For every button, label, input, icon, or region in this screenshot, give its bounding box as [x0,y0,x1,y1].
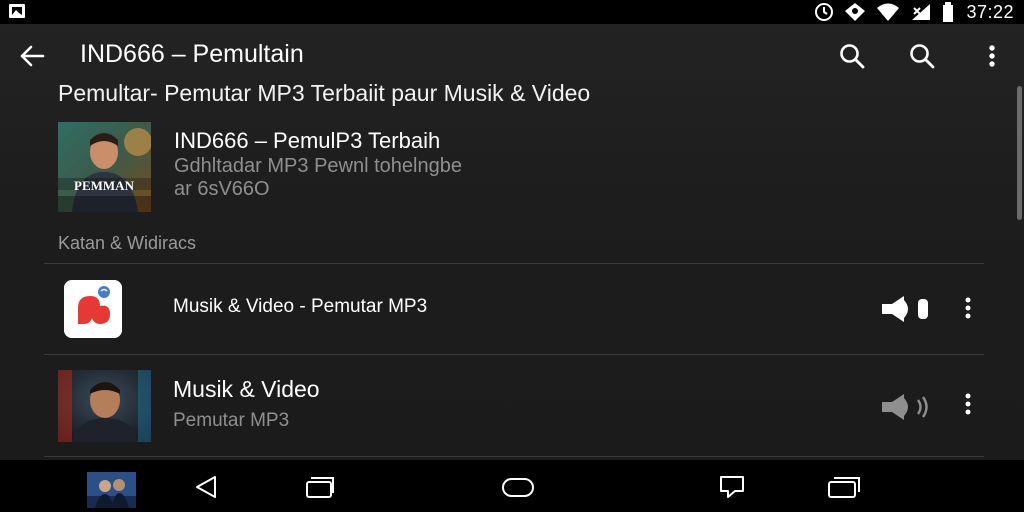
home-icon[interactable] [496,470,540,504]
featured-title: IND666 – PemulP3 Terbaih [174,128,441,153]
list-item-subtitle: Pemutar MP3 [173,410,290,431]
divider [44,354,984,355]
signal-icon [910,2,932,22]
back-arrow-icon[interactable] [14,38,50,74]
section-header: Katan & Widiracs [58,233,197,253]
list-item[interactable]: Musik & Video - Pemutar MP3 [44,264,984,354]
more-vert-icon[interactable] [954,290,982,326]
list-item-title: Musik & Video - Pemutar MP3 [173,296,428,317]
wifi-icon [876,2,900,22]
main-screen: IND666 – Pemultain Pemultar- Pemutar MP3… [0,24,1024,460]
page-subtitle: Pemultar- Pemutar MP3 Terbaiit paur Musi… [58,80,591,106]
list-item-title: Musik & Video [173,376,320,402]
speaker-icon[interactable] [880,390,932,424]
featured-item[interactable]: PEMMAN IND666 – PemulP3 Terbaih Gdhltada… [58,122,988,214]
gallery-icon [8,3,26,19]
recent-thumbnail[interactable] [87,472,136,508]
scrollbar[interactable] [1017,86,1022,446]
battery-icon [942,2,954,22]
app-bar-actions [834,38,1010,74]
play-icon[interactable] [880,292,932,326]
album-cover-text: PEMMAN [74,178,135,193]
navigation-bar [0,460,1024,512]
more-vert-icon[interactable] [974,38,1010,74]
album-cover-image: PEMMAN [58,122,151,212]
windows-icon[interactable] [822,470,866,504]
message-icon[interactable] [710,470,754,504]
status-time: 37:22 [966,1,1014,22]
divider [44,456,984,457]
app-logo-icon [64,280,122,338]
location-icon [844,2,866,22]
featured-description: Gdhltadar MP3 Pewnl tohelngbe [174,155,462,177]
status-bar: 37:22 [0,0,1024,24]
status-icons: 37:22 [814,0,1014,24]
recents-icon[interactable] [298,470,342,504]
list-item[interactable]: Musik & Video Pemutar MP3 [44,356,984,456]
back-triangle-icon[interactable] [184,470,228,504]
alarm-icon [814,2,834,22]
search-icon[interactable] [834,38,870,74]
app-bar: IND666 – Pemultain [0,24,1024,88]
page-title: IND666 – Pemultain [80,40,304,68]
artist-thumbnail [58,370,151,442]
more-vert-icon[interactable] [954,386,982,422]
search-icon[interactable] [904,38,940,74]
scrollbar-thumb[interactable] [1017,86,1022,220]
featured-meta: ar 6sV66O [174,178,270,200]
